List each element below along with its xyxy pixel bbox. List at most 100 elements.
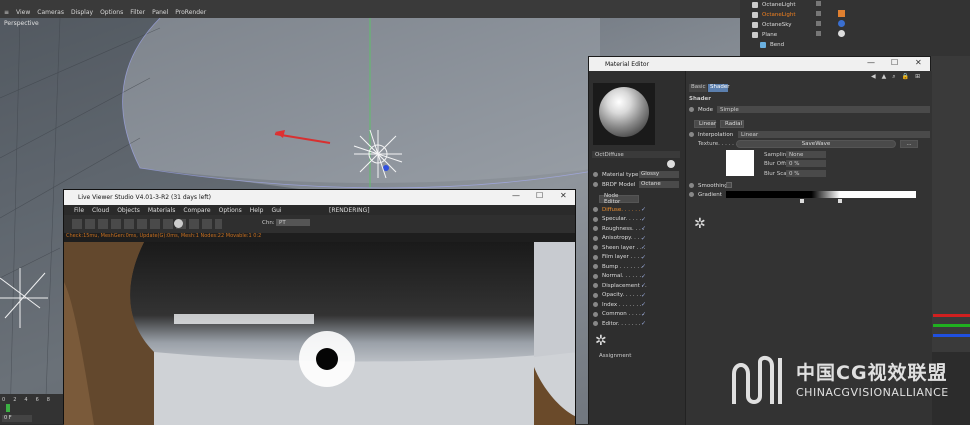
checkmark-icon[interactable]: ✓ xyxy=(641,254,646,261)
smoothing-row[interactable]: Smoothing xyxy=(689,181,728,190)
linear-button[interactable]: Linear xyxy=(694,120,716,128)
menu-objects[interactable]: Objects xyxy=(117,207,140,214)
menu-view[interactable]: View xyxy=(16,9,30,16)
menu-panel[interactable]: Panel xyxy=(152,9,168,16)
close-icon[interactable]: ✕ xyxy=(560,191,567,200)
checkmark-icon[interactable]: ✓ xyxy=(641,206,646,213)
channel-opacity[interactable]: Opacity. . . . . . ✓ xyxy=(593,291,646,300)
tab-shader[interactable]: Shader xyxy=(708,84,729,92)
menu-help[interactable]: Help xyxy=(250,207,264,214)
checkmark-icon[interactable] xyxy=(816,21,821,26)
material-type-row[interactable]: Material type Glossy xyxy=(593,170,679,179)
octane-toggle-icon[interactable] xyxy=(174,219,183,228)
menu-prorender[interactable]: ProRender xyxy=(175,9,206,16)
checkmark-icon[interactable]: ✓ xyxy=(641,301,646,308)
playhead-icon[interactable] xyxy=(6,404,10,412)
checkmark-icon[interactable]: ✓ xyxy=(641,292,646,299)
gradient-knot-icon[interactable] xyxy=(800,199,804,203)
render-view[interactable] xyxy=(64,242,575,425)
mode-select[interactable]: Simple xyxy=(717,106,930,113)
blur-scale-field[interactable]: 0 % xyxy=(786,170,826,177)
up-arrow-icon[interactable]: ▲ xyxy=(882,73,887,81)
tab-basic[interactable]: Basic xyxy=(689,84,707,92)
object-row[interactable]: Plane xyxy=(752,30,777,39)
channel-diffuse[interactable]: Diffuse. . . . . . ✓ xyxy=(593,205,646,214)
frame-field[interactable]: 0 F xyxy=(2,415,32,422)
checkmark-icon[interactable] xyxy=(816,11,821,16)
channel-displacement[interactable]: Displacement . . ✓ xyxy=(593,281,647,290)
close-icon[interactable]: ✕ xyxy=(915,58,922,67)
material-tag-icon[interactable] xyxy=(838,20,845,27)
menu-gui[interactable]: Gui xyxy=(271,207,281,214)
interpolation-select[interactable]: Linear xyxy=(738,131,930,138)
gradient-knot-icon[interactable] xyxy=(838,199,842,203)
radial-button[interactable]: Radial xyxy=(720,120,744,128)
checkmark-icon[interactable]: ✓ xyxy=(641,311,646,318)
back-arrow-icon[interactable]: ◀ xyxy=(871,73,876,81)
node-editor-button[interactable]: Node Editor xyxy=(599,193,639,205)
maximize-icon[interactable]: ☐ xyxy=(536,191,543,200)
checkmark-icon[interactable]: ✓ xyxy=(641,282,646,289)
menu-options[interactable]: Options xyxy=(100,9,123,16)
channel-sheen-layer[interactable]: Sheen layer . . . ✓ xyxy=(593,243,646,252)
material-tag-icon[interactable] xyxy=(838,30,845,37)
lock-icon[interactable]: 🔒 xyxy=(902,73,909,81)
checkmark-icon[interactable]: ✓ xyxy=(641,244,646,251)
menu-icon[interactable]: ≡ xyxy=(4,9,9,16)
channel-select[interactable]: PT xyxy=(276,219,310,226)
channel-index[interactable]: Index . . . . . . . ✓ xyxy=(593,300,646,309)
interpolation-row[interactable]: Interpolation xyxy=(689,130,733,139)
checkmark-icon[interactable]: ✓ xyxy=(641,235,646,242)
layout-icon[interactable]: ⊞ xyxy=(915,73,920,81)
texture-button[interactable]: SaveWave xyxy=(736,140,896,148)
blur-offset-field[interactable]: 0 % xyxy=(786,160,826,167)
channel-specular[interactable]: Specular. . . . . ✓ xyxy=(593,215,646,224)
menu-cameras[interactable]: Cameras xyxy=(37,9,64,16)
object-row[interactable]: OctaneLight xyxy=(752,10,795,19)
checkmark-icon[interactable]: ✓ xyxy=(641,320,646,327)
gradient-row[interactable]: Gradient xyxy=(689,190,722,199)
menu-display[interactable]: Display xyxy=(71,9,93,16)
checkmark-icon[interactable] xyxy=(816,1,821,6)
object-row[interactable]: Bend xyxy=(760,40,784,49)
channel-common[interactable]: Common . . . . . ✓ xyxy=(593,310,646,319)
checkmark-icon[interactable] xyxy=(816,31,821,36)
assignment-label[interactable]: Assignment xyxy=(599,353,631,359)
mode-row[interactable]: Mode xyxy=(689,105,713,114)
channel-anisotropy[interactable]: Anisotropy. . . . ✓ xyxy=(593,234,646,243)
search-icon[interactable]: ⌕ xyxy=(892,73,895,81)
menu-cloud[interactable]: Cloud xyxy=(92,207,109,214)
menu-options[interactable]: Options xyxy=(219,207,242,214)
live-viewer-titlebar[interactable]: Live Viewer Studio V4.01-3-R2 (31 days l… xyxy=(64,190,575,205)
material-editor-titlebar[interactable]: Material Editor — ☐ ✕ xyxy=(589,57,930,71)
timeline[interactable]: 0 2 4 6 8 0 F xyxy=(0,394,66,424)
object-row[interactable]: OctaneLight xyxy=(752,0,795,9)
checkmark-icon[interactable]: ✓ xyxy=(641,216,646,223)
brdf-row[interactable]: BRDF Model Octane xyxy=(593,180,679,189)
channel-bump[interactable]: Bump . . . . . . . ✓ xyxy=(593,262,646,271)
brdf-select[interactable]: Octane xyxy=(639,181,679,188)
smoothing-checkbox[interactable] xyxy=(726,182,732,188)
channel-film-layer[interactable]: Film layer . . . . ✓ xyxy=(593,253,646,262)
object-row[interactable]: OctaneSky xyxy=(752,20,792,29)
checkmark-icon[interactable]: ✓ xyxy=(641,225,646,232)
checkmark-icon[interactable]: ✓ xyxy=(641,273,646,280)
render-toolbar-icons[interactable] xyxy=(72,219,222,229)
texture-browse-button[interactable]: ... xyxy=(900,140,918,148)
gradient-bar[interactable] xyxy=(726,191,916,198)
channel-normal[interactable]: Normal. . . . . . ✓ xyxy=(593,272,646,281)
menu-compare[interactable]: Compare xyxy=(183,207,210,214)
minimize-icon[interactable]: — xyxy=(867,58,875,67)
channel-roughness[interactable]: Roughness. . . . ✓ xyxy=(593,224,646,233)
minimize-icon[interactable]: — xyxy=(512,191,520,200)
menu-file[interactable]: File xyxy=(74,207,84,214)
menu-materials[interactable]: Materials xyxy=(148,207,176,214)
channel-editor[interactable]: Editor. . . . . . . ✓ xyxy=(593,319,646,328)
maximize-icon[interactable]: ☐ xyxy=(891,58,898,67)
material-tag-icon[interactable] xyxy=(838,10,845,17)
menu-filter[interactable]: Filter xyxy=(130,9,145,16)
checkmark-icon[interactable]: ✓ xyxy=(641,263,646,270)
material-type-select[interactable]: Glossy xyxy=(639,171,679,178)
material-name-field[interactable]: OctDiffuse xyxy=(592,151,680,158)
sampling-select[interactable]: None xyxy=(786,151,826,158)
